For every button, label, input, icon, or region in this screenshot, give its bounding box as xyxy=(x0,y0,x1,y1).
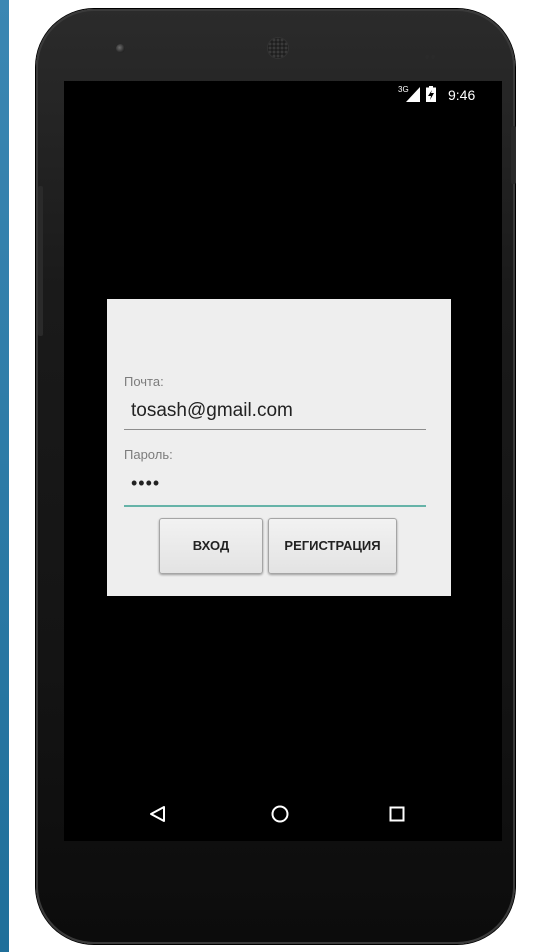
network-type-label: 3G xyxy=(398,85,409,94)
device-screen: 3G 9:46 Почта: tosash@gmail.com Пароль: … xyxy=(64,81,502,841)
earpiece-speaker xyxy=(268,38,288,58)
recents-icon[interactable] xyxy=(387,804,407,824)
back-icon[interactable] xyxy=(148,804,168,824)
status-bar: 3G 9:46 xyxy=(64,81,502,109)
signal-icon: 3G xyxy=(398,85,420,102)
login-dialog: Почта: tosash@gmail.com Пароль: •••• ВХО… xyxy=(107,299,451,596)
power-button xyxy=(511,126,516,184)
home-icon[interactable] xyxy=(270,804,290,824)
email-label: Почта: xyxy=(124,374,164,389)
login-button[interactable]: ВХОД xyxy=(159,518,263,574)
background-stripe xyxy=(0,0,9,952)
battery-icon xyxy=(426,86,436,102)
volume-button xyxy=(38,186,43,336)
status-clock: 9:46 xyxy=(448,87,476,103)
navigation-bar xyxy=(64,787,502,841)
email-field[interactable]: tosash@gmail.com xyxy=(124,398,426,430)
front-camera xyxy=(116,44,125,53)
password-field[interactable]: •••• xyxy=(124,471,426,507)
password-label: Пароль: xyxy=(124,447,173,462)
register-button[interactable]: РЕГИСТРАЦИЯ xyxy=(268,518,397,574)
proximity-sensor xyxy=(425,46,437,59)
